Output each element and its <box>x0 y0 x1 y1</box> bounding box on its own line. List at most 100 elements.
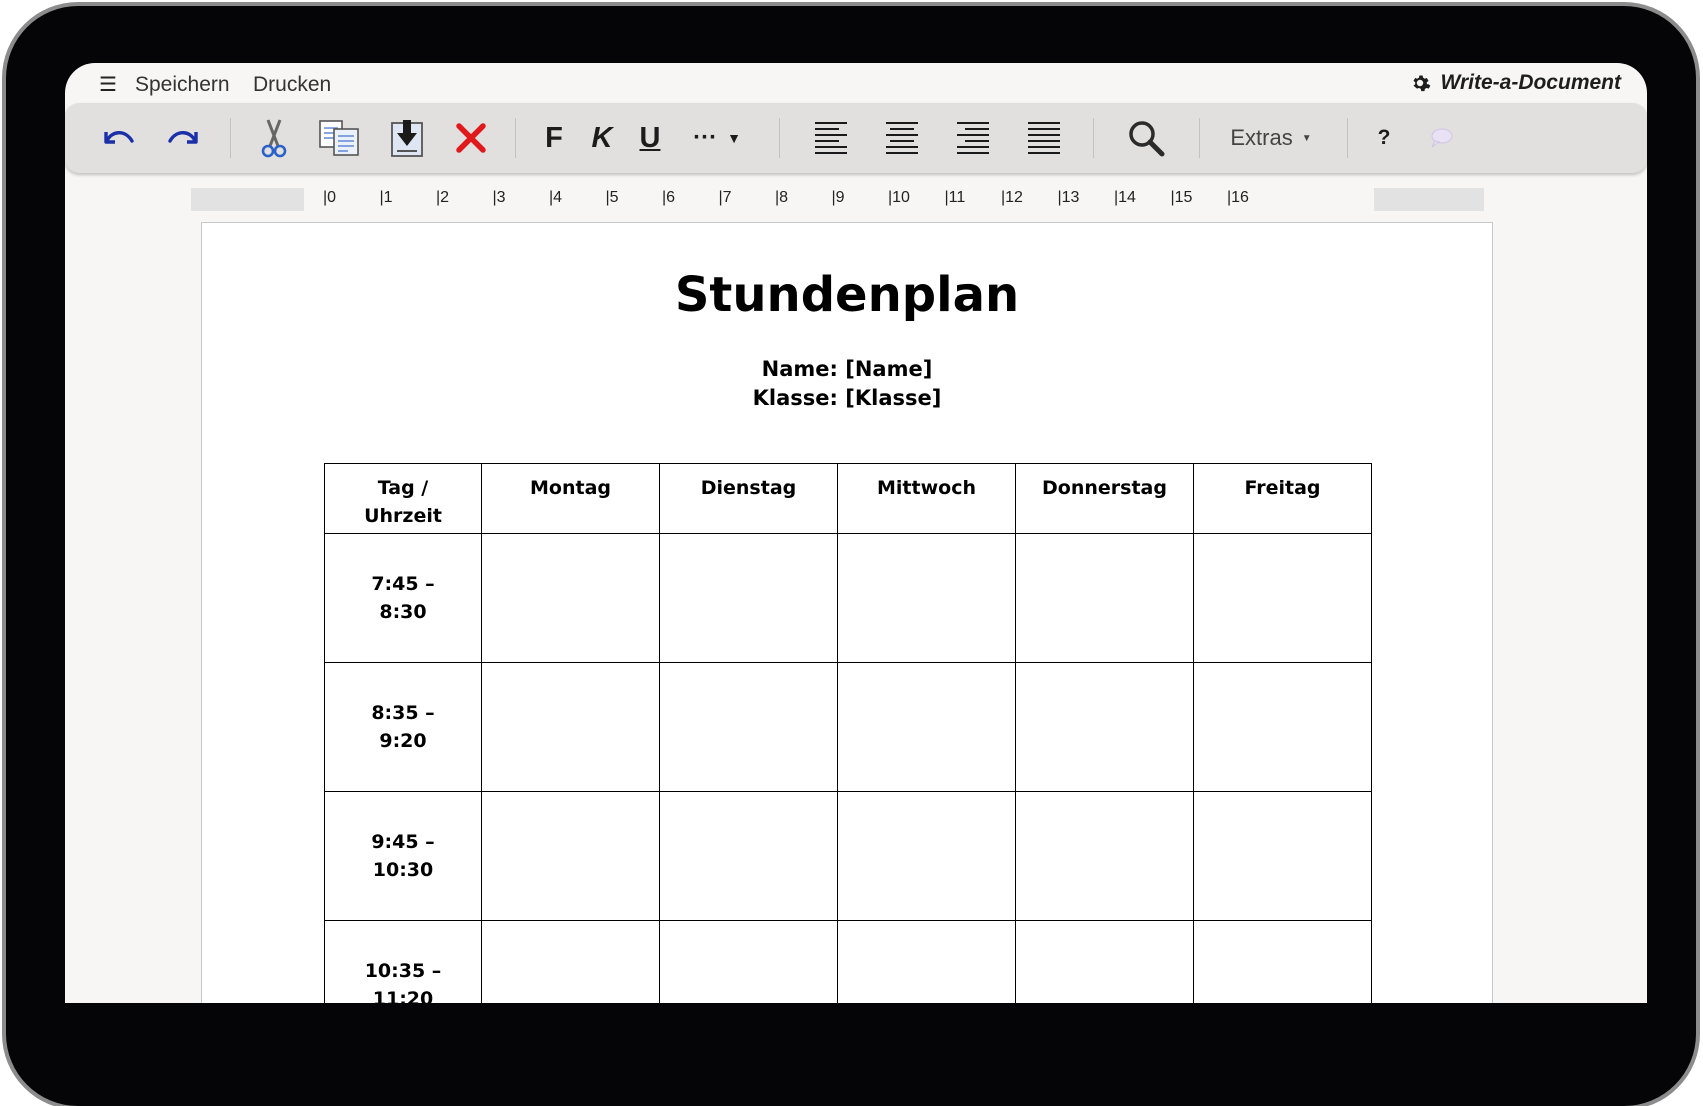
ruler-tick: |7 <box>718 189 732 206</box>
table-cell[interactable] <box>481 791 660 921</box>
more-label: ··· <box>693 124 718 151</box>
time-slot-start: 9:45 – <box>371 831 435 853</box>
header-cell-day[interactable]: Freitag <box>1193 463 1372 534</box>
time-slot-cell[interactable]: 9:45 – 10:30 <box>324 791 482 921</box>
align-justify-icon <box>1028 122 1060 154</box>
table-cell[interactable] <box>837 662 1016 792</box>
toolbar-separator <box>1199 118 1200 158</box>
ruler-tick: |9 <box>831 189 845 206</box>
toolbar-separator <box>1347 118 1348 158</box>
table-cell[interactable] <box>659 920 838 1003</box>
ruler: |0 |1 |2 |3 |4 |5 |6 |7 |8 |9 |10 |11 |12 |13 |14 |15 |1… <box>323 185 1415 213</box>
ruler-margin-left <box>191 188 304 211</box>
italic-button[interactable]: K <box>587 111 617 165</box>
underline-button[interactable]: U <box>635 111 665 165</box>
header-cell-day[interactable]: Dienstag <box>659 463 838 534</box>
ruler-tick: |12 <box>1001 189 1023 206</box>
header-cell-day[interactable]: Montag <box>481 463 660 534</box>
ruler-tick: |10 <box>888 189 910 206</box>
app-title: Write-a-Document <box>1440 71 1621 94</box>
class-line[interactable]: Klasse: [Klasse] <box>202 386 1492 410</box>
copy-button[interactable] <box>315 111 363 165</box>
search-icon <box>1129 121 1165 157</box>
table-cell[interactable] <box>1193 533 1372 663</box>
cut-button[interactable] <box>253 111 295 165</box>
toolbar-separator <box>230 118 231 158</box>
align-right-button[interactable] <box>951 111 995 165</box>
table-cell[interactable] <box>837 533 1016 663</box>
menu-item-save[interactable]: Speichern <box>135 73 230 97</box>
redo-icon <box>168 131 198 144</box>
gear-icon[interactable] <box>1409 72 1431 94</box>
time-slot-start: 7:45 – <box>371 573 435 595</box>
table-cell[interactable] <box>659 791 838 921</box>
brand: Write-a-Document <box>1409 71 1621 95</box>
toolbar-separator <box>779 118 780 158</box>
table-cell[interactable] <box>659 662 838 792</box>
table-cell[interactable] <box>837 920 1016 1003</box>
align-center-icon <box>886 122 918 154</box>
toolbar: F K U ··· ▼ Extras ▼ ? <box>65 103 1647 173</box>
table-cell[interactable] <box>1193 920 1372 1003</box>
delete-button[interactable] <box>449 111 493 165</box>
ruler-tick: |1 <box>379 189 393 206</box>
justify-button[interactable] <box>1022 111 1066 165</box>
table-cell[interactable] <box>659 533 838 663</box>
table-cell[interactable] <box>837 791 1016 921</box>
comment-button[interactable] <box>1423 111 1459 165</box>
undo-icon <box>104 131 134 144</box>
table-row: 10:35 – 11:20 <box>324 920 1372 1003</box>
table-cell[interactable] <box>481 533 660 663</box>
redo-button[interactable] <box>161 111 207 165</box>
document-title[interactable]: Stundenplan <box>202 267 1492 323</box>
document-page[interactable]: Stundenplan Name: [Name] Klasse: [Klasse… <box>201 222 1493 1003</box>
table-cell[interactable] <box>1015 920 1194 1003</box>
time-slot-end: 8:30 <box>379 601 427 623</box>
ruler-tick: |14 <box>1114 189 1136 206</box>
undo-button[interactable] <box>95 111 141 165</box>
time-slot-cell[interactable]: 8:35 – 9:20 <box>324 662 482 792</box>
table-row: 9:45 – 10:30 <box>324 791 1372 921</box>
table-cell[interactable] <box>1015 662 1194 792</box>
ruler-tick: |3 <box>492 189 506 206</box>
search-button[interactable] <box>1122 111 1170 165</box>
ruler-tick: |2 <box>436 189 450 206</box>
time-slot-cell[interactable]: 10:35 – 11:20 <box>324 920 482 1003</box>
more-formatting-dropdown[interactable]: ··· ▼ <box>687 111 747 165</box>
extras-dropdown[interactable]: Extras ▼ <box>1223 111 1319 165</box>
header-corner-line1: Tag / <box>377 477 429 499</box>
table-cell[interactable] <box>1015 533 1194 663</box>
time-slot-end: 11:20 <box>372 988 434 1003</box>
header-cell-day[interactable]: Donnerstag <box>1015 463 1194 534</box>
time-slot-start: 8:35 – <box>371 702 435 724</box>
align-center-button[interactable] <box>880 111 924 165</box>
table-cell[interactable] <box>1015 791 1194 921</box>
toolbar-separator <box>1093 118 1094 158</box>
table-cell[interactable] <box>481 920 660 1003</box>
bold-button[interactable]: F <box>539 111 569 165</box>
help-button[interactable]: ? <box>1369 111 1399 165</box>
ruler-tick: |13 <box>1057 189 1080 206</box>
hamburger-menu-icon[interactable]: ☰ <box>99 72 117 97</box>
header-cell-day-time[interactable]: Tag / Uhrzeit <box>324 463 482 534</box>
table-row: 7:45 – 8:30 <box>324 533 1372 663</box>
header-cell-day[interactable]: Mittwoch <box>837 463 1016 534</box>
time-slot-cell[interactable]: 7:45 – 8:30 <box>324 533 482 663</box>
time-slot-end: 9:20 <box>379 730 427 752</box>
align-left-icon <box>815 122 847 154</box>
align-left-button[interactable] <box>809 111 853 165</box>
table-cell[interactable] <box>1193 791 1372 921</box>
ruler-tick: |16 <box>1227 189 1249 206</box>
table-header-row: Tag / Uhrzeit Montag Dienstag Mittwoch D… <box>324 463 1372 534</box>
ruler-tick: |11 <box>944 189 966 206</box>
scissors-icon <box>261 119 287 158</box>
ruler-tick: |15 <box>1170 189 1193 206</box>
toolbar-separator <box>515 118 516 158</box>
table-cell[interactable] <box>481 662 660 792</box>
header-corner-line2: Uhrzeit <box>364 505 442 527</box>
name-line[interactable]: Name: [Name] <box>202 357 1492 381</box>
menu-item-print[interactable]: Drucken <box>253 73 331 97</box>
table-cell[interactable] <box>1193 662 1372 792</box>
ruler-tick: |6 <box>662 189 676 206</box>
paste-button[interactable] <box>385 111 429 165</box>
